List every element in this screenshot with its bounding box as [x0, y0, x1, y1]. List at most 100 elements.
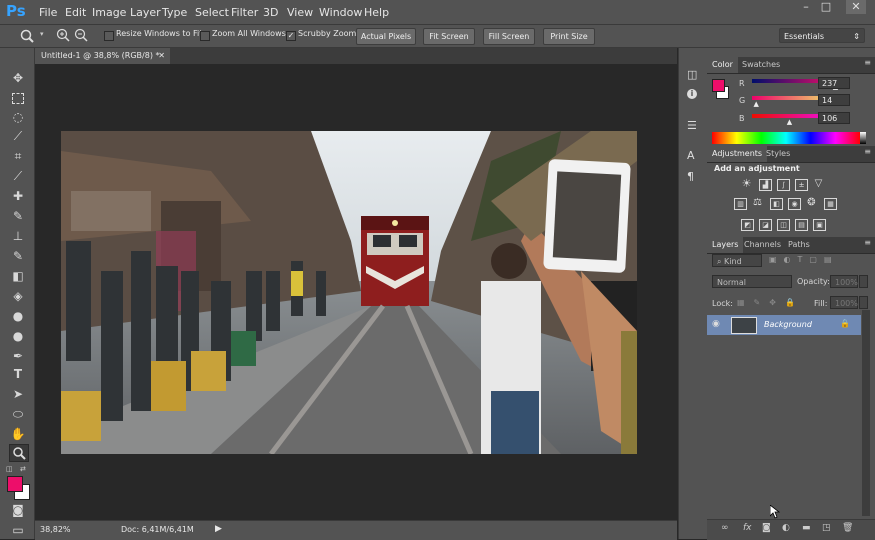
posterize-icon[interactable]: ◪: [759, 219, 772, 231]
color-balance-icon[interactable]: ⚖: [752, 198, 763, 208]
opacity-field[interactable]: 100%: [830, 275, 858, 288]
path-selection-tool-icon[interactable]: ➤: [9, 386, 27, 402]
blur-tool-icon[interactable]: ●: [9, 308, 27, 324]
menu-edit[interactable]: Edit: [65, 6, 86, 19]
opacity-arrow-icon[interactable]: [859, 275, 868, 288]
fx-icon[interactable]: fx: [743, 523, 752, 533]
vibrance-icon[interactable]: ▽: [813, 179, 824, 189]
lasso-tool-icon[interactable]: ◌: [9, 109, 27, 125]
clone-stamp-tool-icon[interactable]: ⊥: [9, 228, 27, 244]
blend-mode-dropdown[interactable]: Normal: [712, 275, 792, 288]
panel-menu-icon[interactable]: ≡: [864, 147, 871, 156]
zoom-in-icon[interactable]: [56, 28, 70, 42]
grayscale-ramp[interactable]: [860, 132, 866, 144]
menu-select[interactable]: Select: [195, 6, 229, 19]
type-tool-icon[interactable]: T: [9, 366, 27, 382]
color-lookup-icon[interactable]: ▦: [824, 198, 837, 210]
close-tab-icon[interactable]: ✕: [158, 48, 165, 64]
panel-menu-icon[interactable]: ≡: [864, 238, 871, 247]
actual-pixels-button[interactable]: Actual Pixels: [356, 28, 416, 45]
document-image[interactable]: [61, 131, 637, 454]
menu-type[interactable]: Type: [162, 6, 187, 19]
photo-filter-icon[interactable]: ◉: [788, 198, 801, 210]
tab-styles[interactable]: Styles: [761, 146, 795, 162]
foreground-color-swatch[interactable]: [7, 476, 23, 492]
link-icon[interactable]: ∞: [721, 523, 729, 533]
menu-view[interactable]: View: [287, 6, 313, 19]
channel-mixer-icon[interactable]: ❂: [806, 198, 817, 208]
trash-icon[interactable]: 🗑: [842, 523, 853, 533]
eyedropper-tool-icon[interactable]: ⟋: [9, 168, 27, 184]
mask-icon[interactable]: ◙: [762, 523, 771, 533]
history-panel-icon[interactable]: ◫: [687, 68, 697, 81]
paragraph-panel-icon[interactable]: ¶: [687, 170, 694, 183]
dodge-tool-icon[interactable]: ●: [9, 328, 27, 344]
healing-brush-tool-icon[interactable]: ✚: [9, 188, 27, 204]
eraser-tool-icon[interactable]: ◧: [9, 268, 27, 284]
fit-screen-button[interactable]: Fit Screen: [423, 28, 475, 45]
tab-channels[interactable]: Channels: [739, 237, 786, 253]
info-panel-icon[interactable]: i: [687, 89, 697, 99]
paint-bucket-tool-icon[interactable]: ◈: [9, 288, 27, 304]
eye-icon[interactable]: ◉: [712, 319, 720, 329]
menu-3d[interactable]: 3D: [263, 6, 278, 19]
crop-tool-icon[interactable]: ⌗: [9, 148, 27, 164]
quick-mask-icon[interactable]: ◙: [9, 502, 27, 518]
zoom-level[interactable]: 38,82%: [40, 525, 71, 534]
brightness-contrast-icon[interactable]: ☀: [741, 178, 752, 189]
green-value-field[interactable]: 14: [818, 94, 850, 106]
layer-name[interactable]: Background: [764, 320, 812, 329]
selective-color-icon[interactable]: ▣: [813, 219, 826, 231]
panel-menu-icon[interactable]: ≡: [864, 58, 871, 67]
menu-window[interactable]: Window: [319, 6, 362, 19]
layer-filter-icons[interactable]: ▣◐T▢▤: [769, 255, 839, 264]
menu-filter[interactable]: Filter: [231, 6, 258, 19]
tool-preset-dropdown-icon[interactable]: ▾: [40, 30, 44, 38]
document-tab[interactable]: Untitled-1 @ 38,8% (RGB/8) * ✕: [35, 48, 170, 64]
color-panel-fg-swatch[interactable]: [712, 79, 725, 92]
lock-icons[interactable]: ▦✎✥🔒: [737, 298, 804, 307]
scrubby-zoom-checkbox[interactable]: ✓: [286, 31, 296, 41]
print-size-button[interactable]: Print Size: [543, 28, 595, 45]
default-colors-icon[interactable]: ◫: [6, 465, 13, 473]
shape-tool-icon[interactable]: ⬭: [9, 406, 27, 422]
layer-filter-dropdown[interactable]: ⌕ Kind: [712, 254, 762, 267]
menu-file[interactable]: File: [39, 6, 57, 19]
minimize-button[interactable]: –: [796, 0, 816, 14]
menu-layer[interactable]: Layer: [130, 6, 161, 19]
tab-color[interactable]: Color: [707, 57, 738, 73]
layer-row-background[interactable]: ◉ Background 🔒: [707, 315, 861, 335]
tab-paths[interactable]: Paths: [783, 237, 815, 253]
black-white-icon[interactable]: ◧: [770, 198, 783, 210]
color-spectrum-bar[interactable]: [712, 132, 860, 144]
status-menu-arrow-icon[interactable]: ▶: [215, 524, 222, 534]
swap-colors-icon[interactable]: ⇄: [20, 465, 26, 473]
green-slider-thumb[interactable]: ▲: [754, 100, 759, 108]
maximize-button[interactable]: □: [816, 0, 836, 14]
hue-saturation-icon[interactable]: ▥: [734, 198, 747, 210]
levels-icon[interactable]: ▟: [759, 179, 772, 191]
threshold-icon[interactable]: ◫: [777, 219, 790, 231]
layers-scrollbar[interactable]: [862, 310, 870, 516]
pen-tool-icon[interactable]: ✒: [9, 348, 27, 364]
menu-image[interactable]: Image: [92, 6, 126, 19]
fill-arrow-icon[interactable]: [859, 296, 868, 309]
fill-field[interactable]: 100%: [830, 296, 858, 309]
zoom-out-icon[interactable]: [74, 28, 88, 42]
properties-panel-icon[interactable]: ☰: [687, 119, 697, 132]
tab-swatches[interactable]: Swatches: [737, 57, 785, 73]
character-panel-icon[interactable]: A: [687, 149, 695, 162]
zoom-all-checkbox[interactable]: [200, 31, 210, 41]
resize-windows-checkbox[interactable]: [104, 31, 114, 41]
workspace-dropdown[interactable]: Essentials ⇕: [779, 28, 865, 43]
new-layer-icon[interactable]: ◳: [822, 523, 831, 533]
close-button[interactable]: ✕: [846, 0, 866, 14]
fill-screen-button[interactable]: Fill Screen: [483, 28, 535, 45]
gradient-map-icon[interactable]: ▤: [795, 219, 808, 231]
menu-help[interactable]: Help: [364, 6, 389, 19]
red-value-field[interactable]: 237: [818, 77, 850, 89]
blue-value-field[interactable]: 106: [818, 112, 850, 124]
curves-icon[interactable]: ∫: [777, 179, 790, 191]
hand-tool-icon[interactable]: ✋: [9, 426, 27, 442]
zoom-icon[interactable]: [19, 28, 37, 44]
